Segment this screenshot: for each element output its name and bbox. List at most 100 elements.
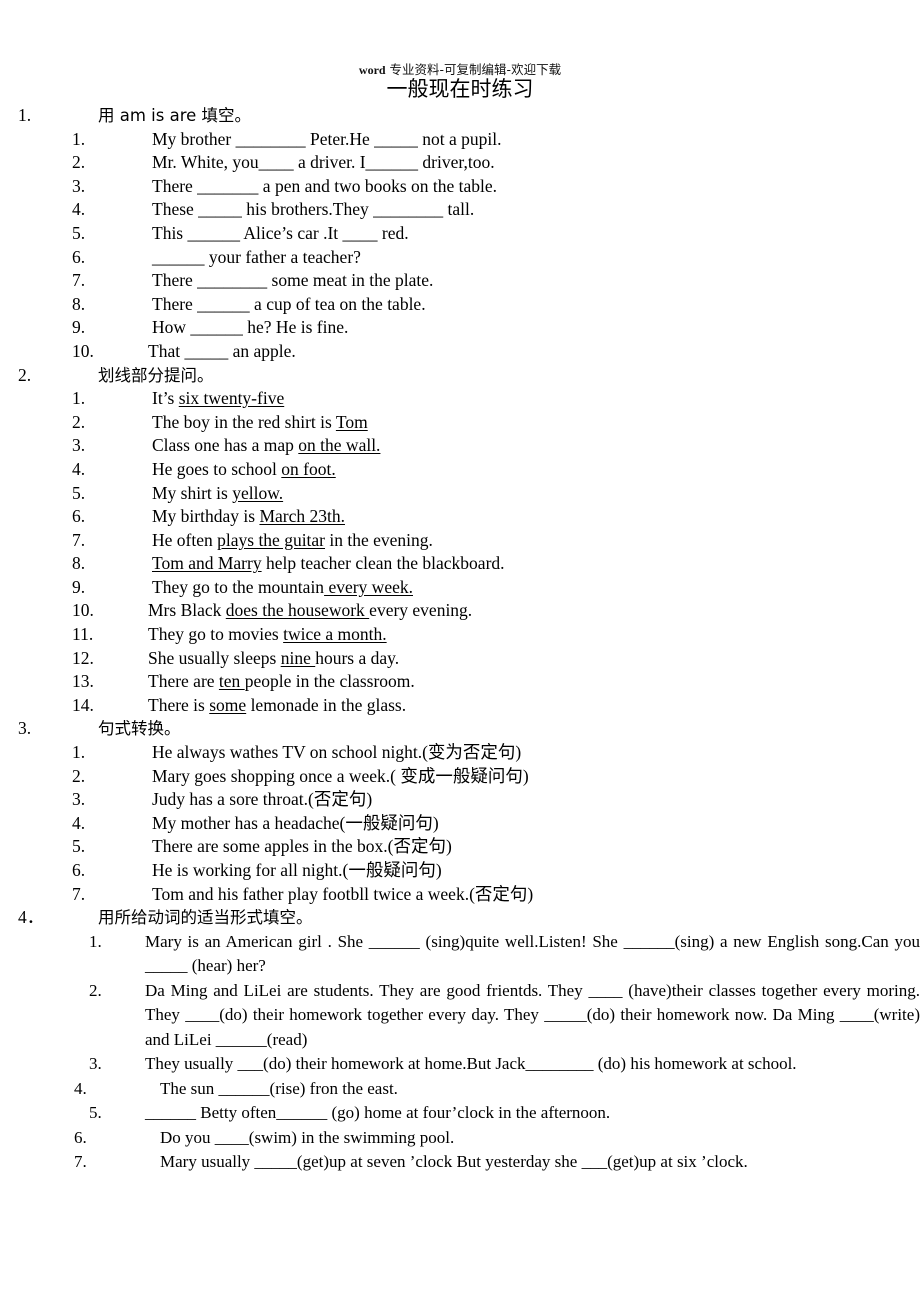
section-3-heading-label: 句式转换。: [98, 719, 181, 739]
item-underlined-part: plays the guitar: [217, 529, 326, 550]
list-item: 4. These _____ his brothers.They ________…: [0, 198, 920, 222]
item-number: 4.: [72, 458, 86, 479]
section-3: 3. 句式转换。 1. He always wathes TV on school …: [0, 717, 920, 906]
item-number: 5.: [72, 222, 86, 243]
list-item: 14. There is some lemonade in the glass.: [0, 694, 920, 718]
item-text-pre: My shirt is: [152, 482, 233, 503]
list-item: 2. The boy in the red shirt is Tom: [0, 411, 920, 435]
item-number: 9.: [72, 576, 86, 597]
item-text: He always wathes TV on school night.(变为否…: [152, 742, 522, 763]
document-title: 一般现在时练习: [386, 77, 534, 101]
item-text-pre: My birthday is: [152, 506, 260, 527]
item-text: The sun ______(rise) fron the east.: [160, 1078, 398, 1098]
item-text-pre: They go to movies: [148, 624, 284, 645]
list-item: 3. There _______ a pen and two books on t…: [0, 175, 920, 199]
list-item: 5. There are some apples in the box.(否定句): [0, 835, 920, 859]
item-number: 5.: [89, 1103, 102, 1123]
section-3-heading: 3. 句式转换。: [0, 717, 920, 741]
item-text-post: lemonade in the glass.: [246, 694, 407, 715]
list-item: 2. Mary goes shopping once a week.( 变成一般疑…: [0, 765, 920, 789]
section-1-items: 1. My brother ________ Peter.He _____ not…: [0, 128, 920, 364]
section-1-number: 1.: [18, 105, 32, 125]
section-3-items: 1. He always wathes TV on school night.(变…: [0, 741, 920, 906]
item-number: 4.: [72, 812, 86, 833]
list-item: 5. This ______ Alice’s car .It ____ red.: [0, 222, 920, 246]
item-underlined-part: does the housework: [225, 600, 370, 621]
item-number: 7.: [72, 529, 86, 550]
item-underlined-part: on foot.: [281, 458, 336, 479]
section-1-heading-label: 用 am is are 填空。: [98, 106, 252, 125]
item-underlined-part: Tom and Marry: [152, 553, 262, 574]
item-text-pre: Class one has a map: [152, 435, 299, 456]
watermark-latin: word: [358, 63, 386, 77]
item-text: Tom and his father play footbll twice a …: [152, 883, 534, 904]
item-number: 13.: [72, 671, 94, 692]
item-underlined-part: yellow.: [232, 482, 284, 503]
item-underlined-part: on the wall.: [298, 435, 381, 456]
section-1: 1. 用 am is are 填空。 1. My brother ________ …: [0, 104, 920, 364]
item-number: 2.: [72, 152, 86, 173]
list-item: 6. My birthday is March 23th.: [0, 505, 920, 529]
item-text: There _______ a pen and two books on the…: [152, 175, 498, 196]
list-item: 3. They usually ___(do) their homework at…: [0, 1052, 920, 1077]
list-item: 8. There ______ a cup of tea on the table…: [0, 293, 920, 317]
list-item: 6. He is working for all night.(一般疑问句): [0, 859, 920, 883]
item-text: My brother ________ Peter.He _____ not a…: [152, 128, 502, 149]
item-text-post: people in the classroom.: [244, 671, 415, 692]
section-2-number: 2.: [18, 364, 32, 385]
item-text-pre: Mrs Black: [148, 600, 226, 621]
list-item: 9. How ______ he? He is fine.: [0, 316, 920, 340]
item-text-pre: She usually sleeps: [148, 647, 281, 668]
section-4-number: 4．: [18, 907, 45, 928]
section-2: 2. 划线部分提问。 1. It’s six twenty-five 2. The b…: [0, 364, 920, 718]
list-item: 2. Da Ming and LiLei are students. They a…: [0, 979, 920, 1053]
item-underlined-part: nine: [280, 647, 316, 668]
list-item: 1. Mary is an American girl . She ______ …: [0, 930, 920, 979]
list-item: 13. There are ten people in the classroom…: [0, 670, 920, 694]
item-text-pre: The boy in the red shirt is: [152, 411, 336, 432]
section-4-heading-label: 用所给动词的适当形式填空。: [98, 908, 313, 928]
item-text: My mother has a headache(一般疑问句): [152, 812, 439, 833]
item-number: 8.: [72, 553, 86, 574]
item-text: How ______ he? He is fine.: [152, 317, 349, 338]
item-text-pre: He goes to school: [152, 458, 282, 479]
item-number: 3.: [72, 789, 86, 810]
item-number: 1.: [89, 931, 102, 951]
item-text-pre: It’s: [152, 388, 179, 409]
item-text: This ______ Alice’s car .It ____ red.: [152, 222, 409, 243]
item-number: 3.: [72, 175, 86, 196]
list-item: 3. Judy has a sore throat.(否定句): [0, 788, 920, 812]
item-text: They usually ___(do) their homework at h…: [145, 1054, 797, 1074]
item-number: 2.: [72, 765, 86, 786]
item-number: 3.: [89, 1054, 102, 1074]
section-4-heading: 4． 用所给动词的适当形式填空。: [0, 906, 920, 930]
item-text: There ________ some meat in the plate.: [152, 270, 434, 291]
item-text: ______ your father a teacher?: [152, 246, 361, 267]
item-text-post: help teacher clean the blackboard.: [261, 553, 505, 574]
item-underlined-part: ten: [218, 671, 245, 692]
item-text-post: hours a day.: [315, 647, 400, 668]
list-item: 12. She usually sleeps nine hours a day.: [0, 647, 920, 671]
item-number: 1.: [72, 742, 86, 763]
watermark-text: word 专业资料-可复制编辑-欢迎下载: [358, 63, 561, 77]
item-number: 6.: [72, 860, 86, 880]
section-3-number: 3.: [18, 718, 32, 739]
item-number: 1.: [72, 128, 86, 149]
item-number: 1.: [72, 388, 86, 409]
item-text-post: in the evening.: [325, 529, 433, 550]
list-item: 11. They go to movies twice a month.: [0, 623, 920, 647]
item-text: That _____ an apple.: [148, 340, 296, 361]
item-underlined-part: March 23th.: [259, 506, 345, 527]
list-item: 7. Mary usually _____(get)up at seven ’cl…: [0, 1150, 920, 1175]
item-text: Mary usually _____(get)up at seven ’cloc…: [160, 1152, 748, 1172]
list-item: 2. Mr. White, you____ a driver. I______ d…: [0, 151, 920, 175]
section-2-items: 1. It’s six twenty-five 2. The boy in the …: [0, 387, 920, 717]
list-item: 6. ______ your father a teacher?: [0, 246, 920, 270]
item-number: 2.: [72, 411, 86, 432]
list-item: 3. Class one has a map on the wall.: [0, 434, 920, 458]
list-item: 9. They go to the mountain every week.: [0, 576, 920, 600]
list-item: 1. My brother ________ Peter.He _____ not…: [0, 128, 920, 152]
item-text: Mary goes shopping once a week.( 变成一般疑问句…: [152, 765, 529, 786]
section-1-heading: 1. 用 am is are 填空。: [0, 104, 920, 128]
list-item: 6. Do you ____(swim) in the swimming pool…: [0, 1126, 920, 1151]
